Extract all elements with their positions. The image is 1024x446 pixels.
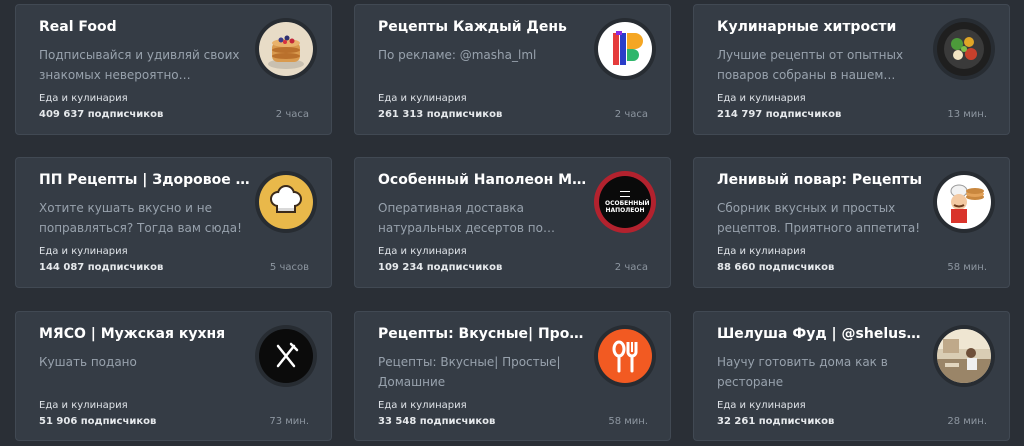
channel-category: Еда и кулинария [717, 246, 806, 257]
channel-title[interactable]: Особенный Наполеон МСК [378, 172, 590, 188]
channel-card[interactable]: Особенный Наполеон МСК Оперативная доста… [354, 157, 671, 288]
channel-avatar[interactable] [594, 18, 656, 80]
last-post-time: 2 часа [614, 109, 648, 120]
colorful-one-logo-icon [598, 22, 652, 76]
channel-description: Научу готовить дома как в ресторане [717, 355, 888, 389]
channel-title[interactable]: Рецепты: Вкусные| Простые… [378, 326, 590, 342]
channel-avatar[interactable] [933, 325, 995, 387]
cartoon-chef-icon [937, 175, 991, 229]
subscriber-count: 261 313 подписчиков [378, 109, 503, 120]
subscriber-count: 144 087 подписчиков [39, 262, 164, 273]
last-post-time: 73 мин. [269, 416, 309, 427]
channel-avatar[interactable] [255, 325, 317, 387]
channel-title[interactable]: Ленивый повар: Рецепты [717, 172, 929, 188]
channel-category: Еда и кулинария [378, 93, 467, 104]
chef-hat-icon [259, 175, 313, 229]
channel-card[interactable]: ПП Рецепты | Здоровое пит… Хотите кушать… [15, 157, 332, 288]
subscriber-count: 32 261 подписчиков [717, 416, 835, 427]
channel-title[interactable]: Real Food [39, 19, 251, 35]
subscriber-count: 88 660 подписчиков [717, 262, 835, 273]
channel-description: Оперативная доставка натуральных десерто… [378, 201, 543, 235]
channel-category: Еда и кулинария [717, 93, 806, 104]
subscriber-count: 109 234 подписчиков [378, 262, 503, 273]
channel-description: Лучшие рецепты от опытных поваров собран… [717, 48, 904, 82]
channel-title[interactable]: ПП Рецепты | Здоровое пит… [39, 172, 251, 188]
channel-grid: Real Food Подписывайся и удивляй своих з… [0, 0, 1024, 446]
channel-title[interactable]: МЯСО | Мужская кухня [39, 326, 251, 342]
channel-description: По рекламе: @masha_lml [378, 48, 537, 62]
channel-card[interactable]: Real Food Подписывайся и удивляй своих з… [15, 4, 332, 135]
last-post-time: 5 часов [269, 262, 309, 273]
last-post-time: 58 мин. [608, 416, 648, 427]
channel-category: Еда и кулинария [39, 246, 128, 257]
channel-card[interactable]: Рецепты Каждый День По рекламе: @masha_l… [354, 4, 671, 135]
subscriber-count: 33 548 подписчиков [378, 416, 496, 427]
channel-description: Кушать подано [39, 355, 137, 369]
channel-card[interactable]: МЯСО | Мужская кухня Кушать подано Еда и… [15, 311, 332, 441]
channel-description: Рецепты: Вкусные| Простые| Домашние [378, 355, 561, 389]
channel-avatar[interactable] [255, 171, 317, 233]
channel-title[interactable]: Рецепты Каждый День [378, 19, 590, 35]
last-post-time: 2 часа [275, 109, 309, 120]
channel-avatar[interactable] [594, 325, 656, 387]
channel-category: Еда и кулинария [378, 400, 467, 411]
spoon-fork-icon [598, 329, 652, 383]
channel-card[interactable]: Кулинарные хитрости Лучшие рецепты от оп… [693, 4, 1010, 135]
subscriber-count: 409 637 подписчиков [39, 109, 164, 120]
napoleon-logo-text: ОСОБЕННЫЙ НАПОЛЕОН [605, 199, 650, 214]
channel-avatar[interactable] [933, 18, 995, 80]
channel-title[interactable]: Кулинарные хитрости [717, 19, 929, 35]
channel-description: Хотите кушать вкусно и не поправляться? … [39, 201, 242, 235]
last-post-time: 28 мин. [947, 416, 987, 427]
last-post-time: 2 часа [614, 262, 648, 273]
channel-category: Еда и кулинария [39, 93, 128, 104]
channel-card[interactable]: Шелуша Фуд | @shelusha_f… Научу готовить… [693, 311, 1010, 441]
channel-card[interactable]: Рецепты: Вкусные| Простые… Рецепты: Вкус… [354, 311, 671, 441]
channel-description: Подписывайся и удивляй своих знакомых не… [39, 48, 240, 82]
channel-description: Сборник вкусных и простых рецептов. Прия… [717, 201, 921, 235]
channel-category: Еда и кулинария [717, 400, 806, 411]
channel-category: Еда и кулинария [378, 246, 467, 257]
pancakes-icon [259, 22, 313, 76]
kitchen-photo-icon [937, 329, 991, 383]
subscriber-count: 51 906 подписчиков [39, 416, 157, 427]
channel-card[interactable]: Ленивый повар: Рецепты Сборник вкусных и… [693, 157, 1010, 288]
last-post-time: 58 мин. [947, 262, 987, 273]
channel-category: Еда и кулинария [39, 400, 128, 411]
subscriber-count: 214 797 подписчиков [717, 109, 842, 120]
channel-avatar[interactable] [933, 171, 995, 233]
last-post-time: 13 мин. [947, 109, 987, 120]
salad-bowl-icon [937, 22, 991, 76]
channel-avatar[interactable] [255, 18, 317, 80]
napoleon-logo-icon: ОСОБЕННЫЙ НАПОЛЕОН [599, 176, 651, 228]
channel-avatar[interactable]: ОСОБЕННЫЙ НАПОЛЕОН [594, 171, 656, 233]
fork-knife-icon [259, 329, 313, 383]
channel-title[interactable]: Шелуша Фуд | @shelusha_f… [717, 326, 929, 342]
